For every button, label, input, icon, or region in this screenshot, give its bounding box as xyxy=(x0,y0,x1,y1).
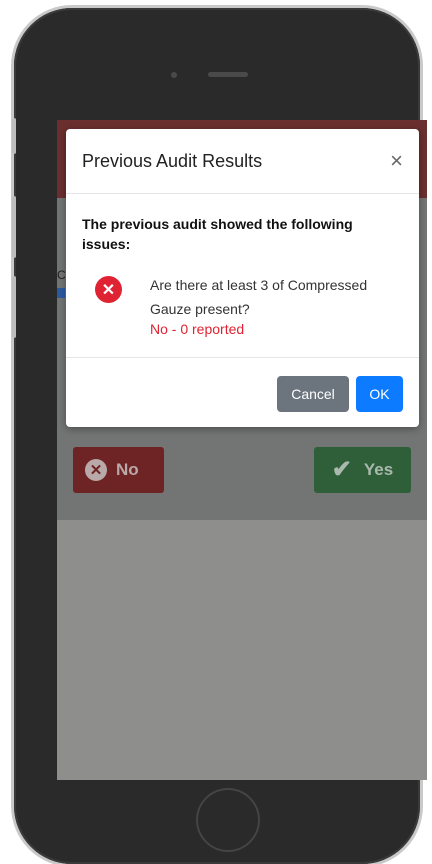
no-button-label: No xyxy=(116,460,139,479)
issue-question: Are there at least 3 of Compressed Gauze… xyxy=(150,277,368,317)
modal-header: Previous Audit Results × xyxy=(66,129,419,194)
device-screen: C ✕ No ✔ Yes Previous Audit Results × Th… xyxy=(57,120,427,780)
mute-switch xyxy=(12,118,16,154)
close-icon[interactable]: × xyxy=(390,148,403,174)
front-camera xyxy=(171,72,177,78)
issue-status: No - 0 reported xyxy=(150,321,245,337)
modal-body: The previous audit showed the following … xyxy=(66,194,419,358)
cut-off-text: C xyxy=(57,268,66,282)
home-button[interactable] xyxy=(196,788,260,852)
ok-button[interactable]: OK xyxy=(356,376,403,412)
earpiece-speaker xyxy=(208,72,248,77)
no-button[interactable]: ✕ No xyxy=(73,447,164,493)
volume-up-button xyxy=(12,196,16,258)
cancel-button[interactable]: Cancel xyxy=(277,376,349,412)
app-lower-area xyxy=(57,520,427,780)
volume-down-button xyxy=(12,276,16,338)
audit-results-modal: Previous Audit Results × The previous au… xyxy=(66,129,419,427)
error-circle-x-icon: ✕ xyxy=(95,276,122,303)
phone-frame: C ✕ No ✔ Yes Previous Audit Results × Th… xyxy=(14,8,427,864)
yes-button-label: Yes xyxy=(363,460,394,479)
circle-x-icon: ✕ xyxy=(85,459,107,481)
checkmark-icon: ✔ xyxy=(331,456,352,483)
modal-title: Previous Audit Results xyxy=(82,151,263,171)
yes-button[interactable]: ✔ Yes xyxy=(314,447,411,493)
progress-indicator xyxy=(57,288,65,298)
modal-footer: Cancel OK xyxy=(66,358,419,428)
issues-heading: The previous audit showed the following … xyxy=(82,216,353,252)
